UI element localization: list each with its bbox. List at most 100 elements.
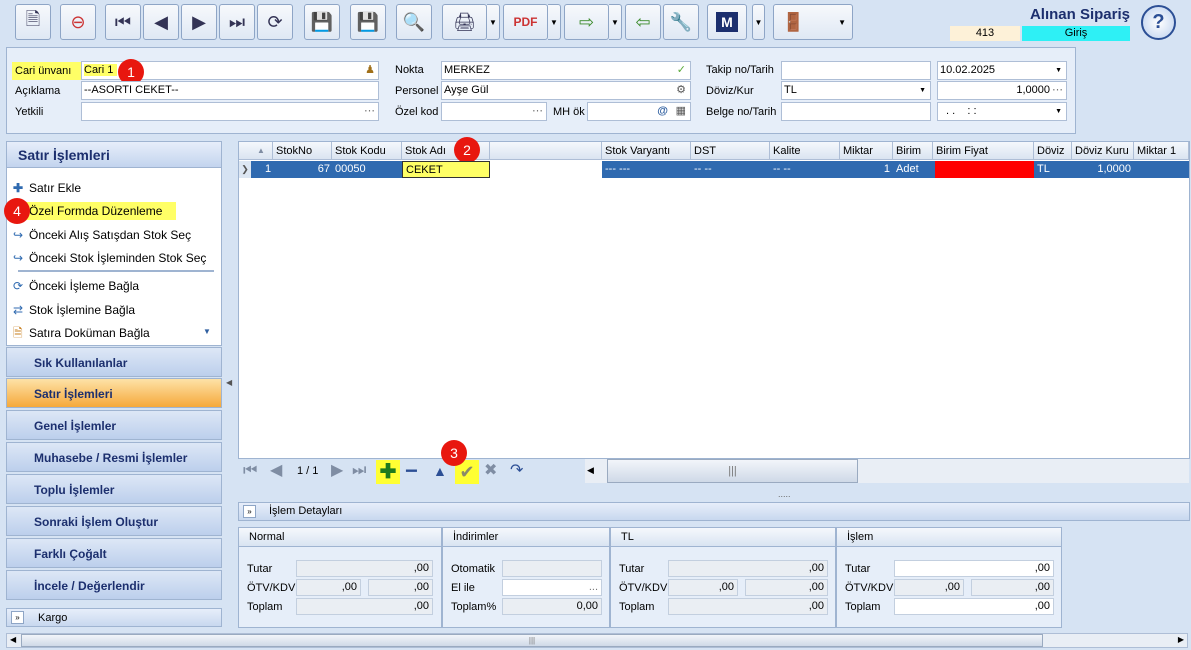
ellipsis-icon[interactable]: ⋯ — [364, 103, 375, 120]
window-hscroll[interactable]: ◀ ||| ▶ — [6, 633, 1188, 648]
splitter-handle[interactable]: ◀ — [226, 378, 232, 387]
redo-icon[interactable]: ↷ — [510, 458, 523, 484]
normal-tutar-label: Tutar — [247, 563, 273, 575]
nav-first-icon[interactable]: ⏮ — [243, 458, 257, 484]
expand-icon[interactable]: » — [11, 611, 24, 624]
sidebar-item-ozel-form[interactable]: Özel Formda Düzenleme — [13, 202, 176, 220]
col-stok-varyanti[interactable]: Stok Varyantı — [602, 142, 691, 160]
takip-no-input[interactable] — [781, 61, 931, 80]
new-document-icon[interactable]: 🗎 — [15, 4, 51, 40]
next-record-icon[interactable]: ▶ — [181, 4, 217, 40]
scroll-right-icon[interactable]: ▶ — [1178, 635, 1184, 644]
group-satir-islemleri[interactable]: Satır İşlemleri — [6, 378, 222, 408]
preview-icon[interactable]: 🔍 — [396, 4, 432, 40]
aciklama-input[interactable]: --ASORTI CEKET-- — [81, 81, 379, 100]
sidebar-item-stok-islemine[interactable]: ⇄ Stok İşlemine Bağla — [13, 301, 135, 319]
scroll-thumb[interactable]: ||| — [21, 634, 1043, 647]
sidebar-item-onceki-isleme[interactable]: ⟳ Önceki İşleme Bağla — [13, 277, 139, 295]
yetkili-input[interactable]: ⋯ — [81, 102, 379, 121]
col-birim-fiyat[interactable]: Birim Fiyat — [933, 142, 1034, 160]
sidebar-item-satir-ekle[interactable]: ✚ Satır Ekle — [13, 179, 81, 197]
first-record-icon[interactable]: ⏮ — [105, 4, 141, 40]
mh-ok-input[interactable]: @ ▦ — [587, 102, 691, 121]
tools-icon[interactable]: 🔧 — [663, 4, 699, 40]
belge-no-input[interactable] — [781, 102, 931, 121]
previous-record-icon[interactable]: ◀ — [143, 4, 179, 40]
pdf-icon[interactable]: PDF — [503, 4, 548, 40]
export-dropdown-icon[interactable]: ▼ — [609, 4, 622, 40]
cell-index: 1 — [265, 163, 272, 175]
pdf-dropdown-icon[interactable]: ▼ — [548, 4, 561, 40]
elile-input[interactable]: ... — [502, 579, 602, 596]
col-stok-kodu[interactable]: Stok Kodu — [332, 142, 402, 160]
save-icon[interactable]: 💾 — [304, 4, 340, 40]
import-icon[interactable]: ⇦ — [625, 4, 661, 40]
group-sonraki-islem[interactable]: Sonraki İşlem Oluştur — [6, 506, 222, 536]
col-birim[interactable]: Birim — [893, 142, 933, 160]
group-farkli-cogalt[interactable]: Farklı Çoğalt — [6, 538, 222, 568]
col-stokno[interactable]: StokNo — [273, 142, 332, 160]
nav-next-icon[interactable]: ▶ — [331, 458, 343, 484]
nav-last-icon[interactable]: ⏭ — [352, 458, 366, 484]
personel-input[interactable]: Ayşe Gül ⚙ — [441, 81, 691, 100]
chevron-down-icon[interactable]: ▼ — [1055, 103, 1062, 120]
refresh-icon[interactable]: ⟳ — [257, 4, 293, 40]
group-toplu-islemler[interactable]: Toplu İşlemler — [6, 474, 222, 504]
details-bar[interactable]: » İşlem Detayları — [238, 502, 1190, 521]
cancel-icon[interactable]: ✖ — [484, 458, 497, 484]
group-genel-islemler[interactable]: Genel İşlemler — [6, 410, 222, 440]
scroll-left-icon[interactable]: ◀ — [587, 465, 594, 476]
ellipsis-icon[interactable]: ⋯ — [532, 103, 543, 120]
col-miktar[interactable]: Miktar — [840, 142, 893, 160]
email-icon[interactable]: @ — [657, 103, 668, 120]
col-miktar1[interactable]: Miktar 1 — [1134, 142, 1189, 160]
print-icon[interactable]: 🖨 — [442, 4, 487, 40]
chevron-down-icon[interactable]: ▼ — [1055, 62, 1062, 79]
col-kalite[interactable]: Kalite — [770, 142, 840, 160]
scroll-left-icon[interactable]: ◀ — [10, 635, 16, 644]
kargo-bar[interactable]: » Kargo — [6, 608, 222, 627]
ellipsis-icon[interactable]: ⋯ — [1052, 82, 1063, 99]
kur-input[interactable]: 1,0000 ⋯ — [937, 81, 1067, 100]
belge-tarih-input[interactable]: . . : : ▼ — [937, 102, 1067, 121]
badge-3: 3 — [441, 440, 467, 466]
save-close-icon[interactable]: 💾 — [350, 4, 386, 40]
chevron-down-icon[interactable]: ▼ — [919, 82, 926, 99]
m-dropdown-icon[interactable]: ▼ — [752, 4, 765, 40]
splitter-grip[interactable]: ..... — [778, 489, 791, 499]
print-dropdown-icon[interactable]: ▼ — [487, 4, 500, 40]
delete-document-icon[interactable]: ⊖ — [60, 4, 96, 40]
help-icon[interactable]: ? — [1141, 5, 1176, 40]
last-record-icon[interactable]: ⏭ — [219, 4, 255, 40]
sidebar-item-dokuman[interactable]: 🗎 Satıra Doküman Bağla — [13, 324, 150, 342]
islem-toplam[interactable]: ,00 — [894, 598, 1054, 615]
group-incele[interactable]: İncele / Değerlendir — [6, 570, 222, 600]
expand-icon[interactable]: » — [243, 505, 256, 518]
nav-prev-icon[interactable]: ◀ — [270, 458, 282, 484]
contacts-icon[interactable]: ♟ — [365, 62, 375, 79]
exit-icon[interactable]: 🚪 ▼ — [773, 4, 853, 40]
doviz-select[interactable]: TL ▼ — [781, 81, 931, 100]
person-icon[interactable]: ⚙ — [676, 82, 686, 99]
group-muhasebe[interactable]: Muhasebe / Resmi İşlemler — [6, 442, 222, 472]
card-icon[interactable]: ▦ — [676, 103, 686, 120]
chevron-down-icon[interactable]: ▼ — [203, 327, 211, 336]
col-doviz-kuru[interactable]: Döviz Kuru — [1072, 142, 1134, 160]
sidebar-item-onceki-alis[interactable]: ↪ Önceki Alış Satışdan Stok Seç — [13, 226, 191, 244]
col-dst[interactable]: DST — [691, 142, 770, 160]
cell-stok-adi[interactable]: CEKET — [402, 161, 490, 178]
tarih-input[interactable]: 10.02.2025 ▼ — [937, 61, 1067, 80]
export-icon[interactable]: ⇨ — [564, 4, 609, 40]
remove-row-icon[interactable]: − — [405, 458, 418, 484]
cell-birim-fiyat[interactable] — [935, 161, 1034, 178]
islem-tutar[interactable]: ,00 — [894, 560, 1054, 577]
sidebar-item-onceki-stok[interactable]: ↪ Önceki Stok İşleminden Stok Seç — [13, 249, 206, 267]
group-sik-kullanilanlar[interactable]: Sık Kullanılanlar — [6, 347, 222, 377]
add-row-icon[interactable]: ✚ — [376, 460, 400, 484]
ozel-kod-input[interactable]: ⋯ — [441, 102, 547, 121]
col-doviz[interactable]: Döviz — [1034, 142, 1072, 160]
scroll-thumb[interactable]: ||| — [607, 459, 858, 483]
m-icon[interactable]: M — [707, 4, 747, 40]
grid-hscroll[interactable]: ◀ ||| — [585, 459, 1189, 483]
nokta-input[interactable]: MERKEZ ✓ — [441, 61, 691, 80]
